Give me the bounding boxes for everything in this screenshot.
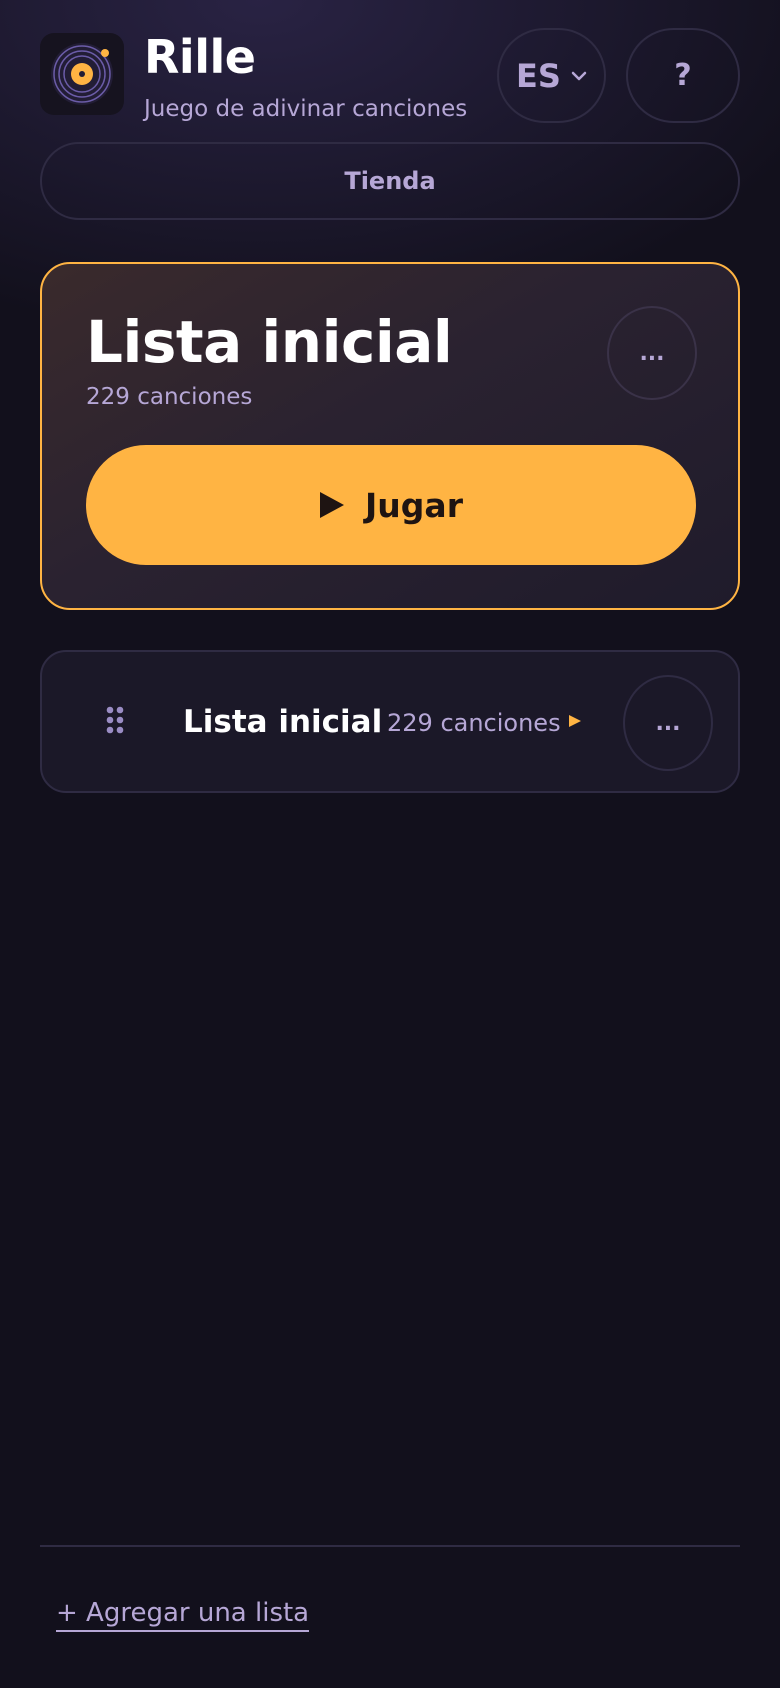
play-button-label: Jugar: [365, 485, 463, 525]
featured-song-count: 229 canciones: [86, 384, 253, 410]
featured-playlist-card: Lista inicial 229 canciones ... Jugar: [40, 262, 740, 610]
store-button[interactable]: Tienda: [40, 142, 740, 220]
add-list-link[interactable]: + Agregar una lista: [56, 1598, 310, 1632]
footer-divider: [40, 1545, 740, 1547]
help-button[interactable]: ?: [626, 28, 740, 123]
play-icon: [320, 492, 345, 518]
play-button[interactable]: Jugar: [86, 445, 696, 565]
list-item[interactable]: Lista inicial 229 canciones ...: [40, 650, 740, 793]
chevron-down-icon: [571, 71, 587, 80]
list-item-more-button[interactable]: ...: [623, 675, 713, 771]
vinyl-record-icon: [51, 43, 113, 105]
app-subtitle: Juego de adivinar canciones: [144, 96, 468, 122]
language-selector[interactable]: ES: [497, 28, 606, 123]
language-label: ES: [516, 56, 561, 95]
drag-handle-icon[interactable]: [106, 706, 124, 734]
featured-playlist-title: Lista inicial: [86, 308, 453, 376]
list-item-song-count: 229 canciones: [387, 709, 561, 737]
featured-more-button[interactable]: ...: [607, 306, 697, 400]
app-logo: [40, 33, 124, 115]
play-icon[interactable]: [568, 714, 582, 728]
app-title: Rille: [144, 30, 256, 84]
list-item-title: Lista inicial: [183, 704, 383, 740]
